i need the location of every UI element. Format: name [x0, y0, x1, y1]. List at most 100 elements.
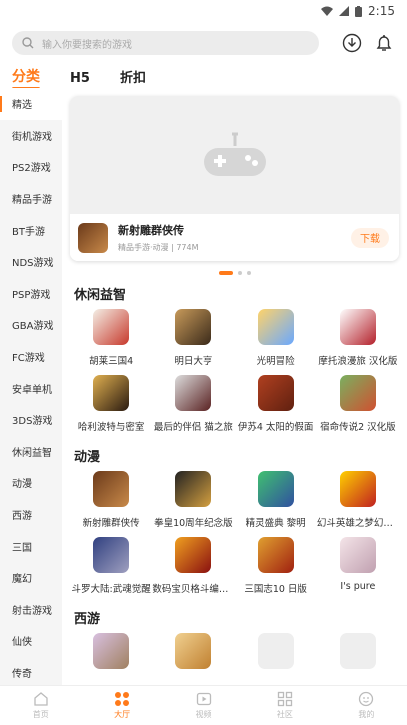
game-icon [93, 537, 130, 573]
grid-icon [115, 692, 130, 706]
banner-title: 新射雕群侠传 [118, 224, 184, 237]
game-item[interactable]: 最后的伴侣 猫之旅 [152, 375, 234, 433]
game-icon [257, 375, 294, 411]
game-item[interactable]: 明日大亨 [152, 309, 234, 367]
game-item[interactable] [70, 633, 152, 669]
game-icon [93, 309, 130, 345]
game-item[interactable]: 精灵盛典 黎明 [235, 471, 317, 529]
download-button[interactable] [341, 32, 363, 54]
top-bar: 输入你要搜索的游戏 [0, 26, 407, 60]
game-item[interactable]: 胡莱三国4 [70, 309, 152, 367]
signal-icon [339, 6, 350, 16]
game-icon [78, 222, 108, 253]
game-item[interactable]: 光明冒险 [235, 309, 317, 367]
carousel-dot[interactable] [246, 271, 251, 275]
nav-label: 视频 [195, 710, 212, 719]
search-icon [22, 37, 34, 49]
nav-profile[interactable]: 我的 [326, 686, 407, 725]
carousel-dot[interactable] [218, 271, 233, 275]
sidebar-item[interactable]: 休闲益智 [0, 436, 62, 468]
sidebar-item[interactable]: 动漫 [0, 467, 62, 499]
game-icon [339, 633, 376, 669]
nav-community[interactable]: 社区 [244, 686, 325, 725]
game-icon [339, 537, 376, 573]
search-placeholder: 输入你要搜索的游戏 [42, 39, 132, 51]
nav-video[interactable]: 视频 [163, 686, 244, 725]
search-input[interactable]: 输入你要搜索的游戏 [12, 31, 319, 55]
game-icon [257, 471, 294, 507]
game-icon [175, 471, 212, 507]
game-icon [93, 633, 130, 669]
nav-label: 大厅 [114, 710, 131, 719]
game-item[interactable]: 新射雕群侠传 [70, 471, 152, 529]
nav-label: 首页 [32, 710, 49, 719]
sidebar-item[interactable]: NDS游戏 [0, 246, 62, 278]
sidebar-item[interactable]: GBA游戏 [0, 309, 62, 341]
game-name: 精灵盛典 黎明 [245, 518, 306, 529]
game-grid: 胡莱三国4 明日大亨 光明冒险 摩托浪漫旅 汉化版 哈利波特与密室 最后的伴侣 … [70, 305, 399, 439]
game-name: I's pure [340, 581, 376, 592]
sidebar-item[interactable]: 传奇 [0, 657, 62, 685]
game-name: 宿命传说2 汉化版 [320, 422, 396, 433]
game-item[interactable]: 伊苏4 太阳的假面 [235, 375, 317, 433]
game-item[interactable]: 宿命传说2 汉化版 [317, 375, 399, 433]
game-item[interactable]: 哈利波特与密室 [70, 375, 152, 433]
sidebar-item[interactable]: PSP游戏 [0, 278, 62, 310]
sidebar-item[interactable]: 三国 [0, 530, 62, 562]
sidebar-item[interactable]: 3DS游戏 [0, 404, 62, 436]
game-name: 胡莱三国4 [89, 356, 134, 367]
game-icon [257, 633, 294, 669]
game-name: 新射雕群侠传 [82, 518, 140, 529]
nav-label: 社区 [276, 710, 293, 719]
sidebar-item-featured[interactable]: 精选 [0, 88, 62, 120]
game-grid [70, 629, 399, 675]
game-name: 幻斗英雄之梦幻西游 [316, 518, 399, 529]
game-item[interactable] [235, 633, 317, 669]
sidebar-item[interactable]: PS2游戏 [0, 151, 62, 183]
sidebar-item[interactable]: BT手游 [0, 214, 62, 246]
game-item[interactable]: 斗罗大陆:武魂觉醒 [70, 537, 152, 595]
game-icon [93, 375, 130, 411]
profile-icon [359, 691, 374, 707]
game-item[interactable] [317, 633, 399, 669]
sidebar-item[interactable]: 安卓单机 [0, 372, 62, 404]
status-time: 2:15 [368, 4, 395, 18]
section-title: 休闲益智 [74, 287, 127, 303]
sidebar-item[interactable]: FC游戏 [0, 341, 62, 373]
tab-category[interactable]: 分类 [12, 66, 40, 90]
game-item[interactable]: 三国志10 日版 [235, 537, 317, 595]
sidebar-item[interactable]: 西游 [0, 499, 62, 531]
download-button[interactable]: 下载 [351, 227, 389, 248]
game-item[interactable]: 摩托浪漫旅 汉化版 [317, 309, 399, 367]
video-icon [196, 692, 211, 706]
sidebar-item[interactable]: 街机游戏 [0, 120, 62, 152]
game-name: 伊苏4 太阳的假面 [237, 422, 314, 433]
game-name: 拳皇10周年纪念版 [154, 518, 233, 529]
nav-home[interactable]: 首页 [0, 686, 81, 725]
game-icon [175, 375, 212, 411]
game-name: 三国志10 日版 [244, 584, 307, 595]
game-item[interactable]: 幻斗英雄之梦幻西游 [317, 471, 399, 529]
game-item[interactable]: 拳皇10周年纪念版 [152, 471, 234, 529]
game-name: 摩托浪漫旅 汉化版 [318, 356, 398, 367]
nav-label: 我的 [358, 710, 375, 719]
game-name: 最后的伴侣 猫之旅 [153, 422, 233, 433]
banner-image [70, 96, 399, 214]
tab-discount[interactable]: 折扣 [120, 67, 146, 90]
bell-icon [376, 35, 392, 51]
game-icon [175, 633, 212, 669]
notification-button[interactable] [373, 32, 395, 54]
game-item[interactable]: I's pure [317, 537, 399, 595]
game-item[interactable]: 数码宝贝格斗编年史 [152, 537, 234, 595]
bottom-nav: 首页 大厅 视频 社区 我的 [0, 685, 407, 725]
sidebar-item[interactable]: 精品手游 [0, 183, 62, 215]
sidebar-item[interactable]: 魔幻 [0, 562, 62, 594]
sidebar-item[interactable]: 仙侠 [0, 625, 62, 657]
game-icon [175, 537, 212, 573]
nav-hall[interactable]: 大厅 [81, 686, 162, 725]
game-icon [339, 309, 376, 345]
game-item[interactable] [152, 633, 234, 669]
sidebar-item[interactable]: 射击游戏 [0, 594, 62, 626]
carousel-dot[interactable] [237, 271, 242, 275]
featured-banner[interactable]: 新射雕群侠传 精品手游·动漫 | 774M 下载 [70, 96, 399, 261]
